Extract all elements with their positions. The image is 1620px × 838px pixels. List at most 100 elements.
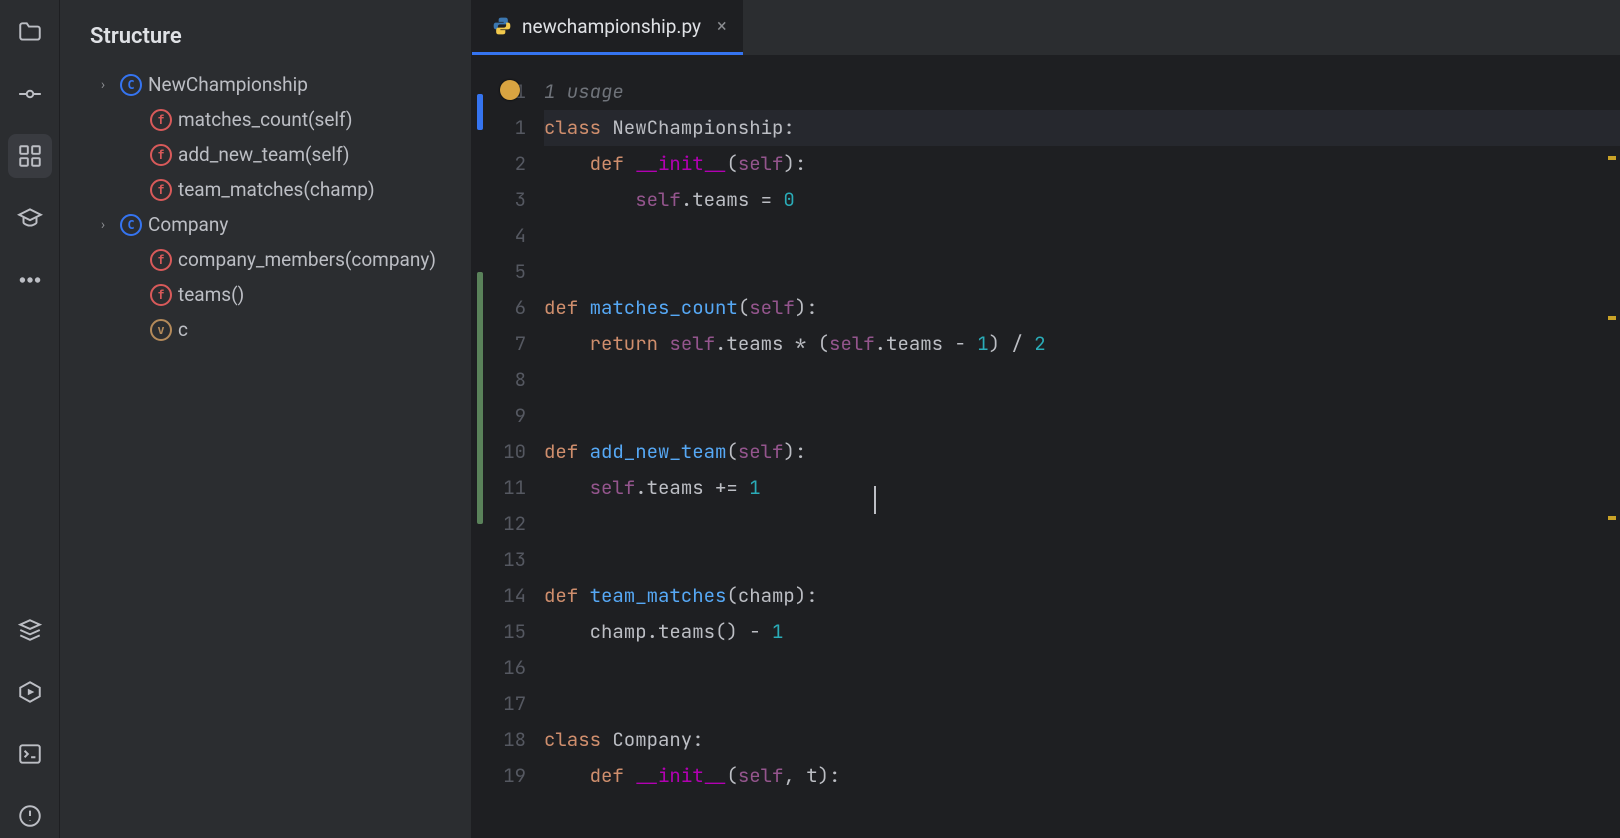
token: , t): — [783, 763, 840, 788]
token: ): — [783, 151, 806, 176]
line-number[interactable]: 1 — [472, 110, 526, 146]
token: self — [738, 151, 784, 176]
line-number[interactable]: 14 — [472, 578, 526, 614]
terminal-icon[interactable] — [8, 732, 52, 776]
f-badge-icon: f — [150, 249, 172, 271]
line-number[interactable]: 15 — [472, 614, 526, 650]
f-badge-icon: f — [150, 144, 172, 166]
code-line[interactable] — [544, 398, 1620, 434]
line-number[interactable]: 9 — [472, 398, 526, 434]
token: return — [590, 331, 670, 356]
tree-item-c[interactable]: vc — [66, 312, 471, 347]
tree-item-label: add_new_team(self) — [178, 143, 349, 166]
structure-panel: Structure ›CNewChampionshipfmatches_coun… — [60, 0, 472, 838]
tree-item-companymemberscompany[interactable]: f company_members(company) — [66, 242, 471, 277]
code-line[interactable]: self.teams += 1 — [544, 470, 1620, 506]
token — [544, 475, 590, 500]
code-line[interactable]: class NewChampionship: — [544, 110, 1620, 146]
stack-icon[interactable] — [8, 608, 52, 652]
code-line[interactable]: 1 usage — [544, 74, 1620, 110]
chevron-right-icon[interactable]: › — [92, 77, 114, 93]
tab-bar: newchampionship.py × — [472, 0, 1620, 56]
code-line[interactable]: def __init__(self, t): — [544, 758, 1620, 794]
token: def — [590, 151, 636, 176]
line-number[interactable]: 3 — [472, 182, 526, 218]
tree-item-company[interactable]: ›CCompany — [66, 207, 471, 242]
v-badge-icon: v — [150, 319, 172, 341]
token: self — [738, 763, 784, 788]
line-number[interactable]: 11 — [472, 470, 526, 506]
tree-item-teams[interactable]: fteams() — [66, 277, 471, 312]
structure-tree: ›CNewChampionshipfmatches_count(self)fad… — [60, 67, 471, 347]
line-number[interactable]: 8 — [472, 362, 526, 398]
chevron-right-icon[interactable]: › — [92, 217, 114, 233]
line-number[interactable]: 12 — [472, 506, 526, 542]
line-number[interactable]: 1 — [472, 74, 526, 110]
line-number[interactable]: 13 — [472, 542, 526, 578]
scroll-mark — [1608, 156, 1616, 160]
services-icon[interactable] — [8, 670, 52, 714]
token: def — [544, 583, 590, 608]
tree-item-teammatcheschamp[interactable]: fteam_matches(champ) — [66, 172, 471, 207]
line-number[interactable]: 5 — [472, 254, 526, 290]
token — [544, 187, 635, 212]
line-number[interactable]: 6 — [472, 290, 526, 326]
code-line[interactable]: class Company: — [544, 722, 1620, 758]
code-line[interactable] — [544, 686, 1620, 722]
tree-item-addnewteamself[interactable]: f add_new_team(self) — [66, 137, 471, 172]
token: self — [669, 331, 715, 356]
code-line[interactable]: def add_new_team(self): — [544, 434, 1620, 470]
learn-icon[interactable] — [8, 196, 52, 240]
scrollbar[interactable] — [1606, 116, 1618, 816]
code-line[interactable] — [544, 362, 1620, 398]
line-number[interactable]: 19 — [472, 758, 526, 794]
code-line[interactable]: def __init__(self): — [544, 146, 1620, 182]
code-line[interactable]: champ.teams() - 1 — [544, 614, 1620, 650]
tree-item-newchampionship[interactable]: ›CNewChampionship — [66, 67, 471, 102]
f-badge-icon: f — [150, 284, 172, 306]
structure-icon[interactable] — [8, 134, 52, 178]
line-number[interactable]: 4 — [472, 218, 526, 254]
f-badge-icon: f — [150, 109, 172, 131]
code-line[interactable]: def team_matches(champ): — [544, 578, 1620, 614]
token: matches_count — [590, 295, 738, 320]
tree-item-matchescountself[interactable]: fmatches_count(self) — [66, 102, 471, 137]
line-number[interactable]: 2 — [472, 146, 526, 182]
line-number[interactable]: 16 — [472, 650, 526, 686]
token: Company: — [612, 727, 703, 752]
code-line[interactable] — [544, 218, 1620, 254]
tab-label: newchampionship.py — [522, 15, 701, 38]
tree-item-label: company_members(company) — [178, 248, 436, 271]
folder-icon[interactable] — [8, 10, 52, 54]
code-line[interactable] — [544, 506, 1620, 542]
python-icon — [492, 16, 512, 36]
code-line[interactable] — [544, 542, 1620, 578]
more-icon[interactable] — [8, 258, 52, 302]
code-line[interactable]: self.teams = 0 — [544, 182, 1620, 218]
line-number[interactable]: 17 — [472, 686, 526, 722]
code-line[interactable]: return self.teams * (self.teams - 1) / 2 — [544, 326, 1620, 362]
line-number[interactable]: 10 — [472, 434, 526, 470]
token: 1 — [977, 331, 988, 356]
code-line[interactable]: def matches_count(self): — [544, 290, 1620, 326]
token: self — [590, 475, 636, 500]
code-editor[interactable]: 112345678910111213141516171819 1 usagecl… — [472, 56, 1620, 838]
token: class — [544, 727, 612, 752]
tree-item-label: c — [178, 318, 188, 341]
commit-icon[interactable] — [8, 72, 52, 116]
token: ) / — [989, 331, 1035, 356]
token: __init__ — [635, 763, 726, 788]
editor-area: newchampionship.py × 1123456789101112131… — [472, 0, 1620, 838]
code-body[interactable]: 1 usageclass NewChampionship: def __init… — [544, 56, 1620, 838]
lightbulb-icon[interactable] — [500, 80, 520, 100]
code-line[interactable] — [544, 650, 1620, 686]
tree-item-label: Company — [148, 213, 228, 236]
line-number[interactable]: 18 — [472, 722, 526, 758]
text-caret — [874, 486, 876, 514]
problems-icon[interactable] — [8, 794, 52, 838]
code-line[interactable] — [544, 254, 1620, 290]
tab-file[interactable]: newchampionship.py × — [472, 0, 743, 55]
line-number[interactable]: 7 — [472, 326, 526, 362]
close-icon[interactable]: × — [717, 16, 727, 37]
token: def — [544, 295, 590, 320]
